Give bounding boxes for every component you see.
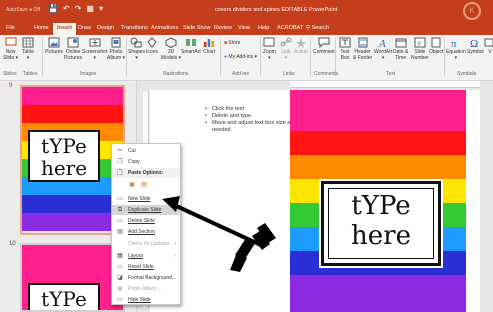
pointer-arrow-icon <box>162 196 276 272</box>
